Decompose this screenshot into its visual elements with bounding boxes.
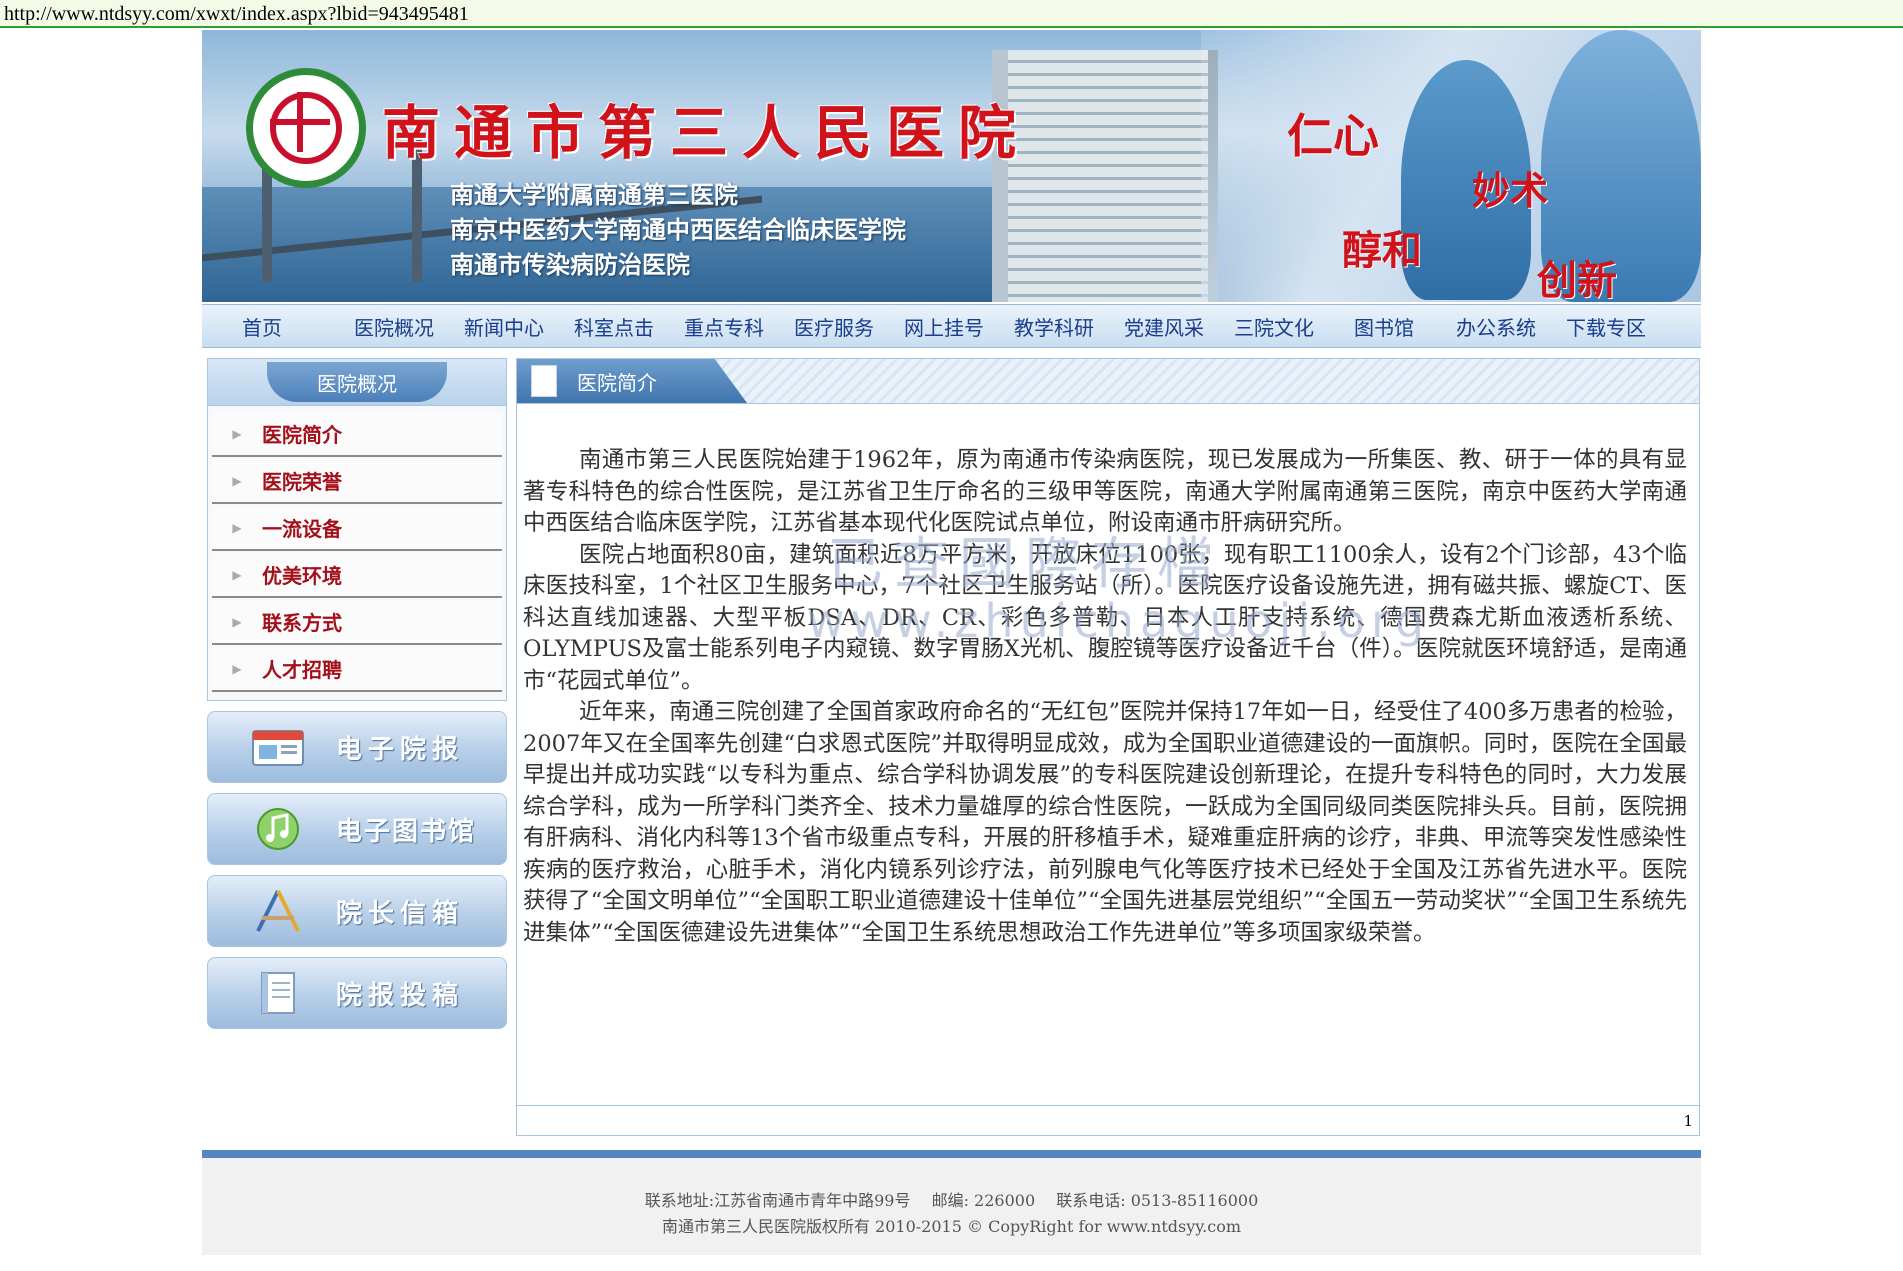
arrow-right-icon: ▶: [232, 520, 242, 535]
nav-item-news[interactable]: 新闻中心: [464, 312, 544, 341]
sidebar-item-label: 人才招聘: [262, 658, 342, 682]
arrow-right-icon: ▶: [232, 567, 242, 582]
sidebar-item-label: 医院荣誉: [262, 470, 342, 494]
button-label: 院长信箱: [336, 898, 465, 929]
sidebar-item-label: 优美环境: [262, 564, 342, 588]
sidebar-item-contact[interactable]: ▶ 联系方式: [212, 600, 502, 645]
content-area: 医院概况 ▶ 医院简介 ▶ 医院荣誉 ▶ 一流设备 ▶ 优美环境 ▶ 联系方式 …: [202, 348, 1701, 1148]
arrow-right-icon: ▶: [232, 426, 242, 441]
sidebar-header: 医院概况: [208, 359, 506, 406]
document-icon: [531, 365, 557, 397]
sidebar-menu-box: 医院概况 ▶ 医院简介 ▶ 医院荣誉 ▶ 一流设备 ▶ 优美环境 ▶ 联系方式 …: [207, 358, 507, 701]
document-icon: [250, 970, 306, 1016]
main-nav: 首页 医院概况 新闻中心 科室点击 重点专科 医疗服务 网上挂号 教学科研 党建…: [202, 304, 1701, 348]
pagination: 1: [517, 1105, 1699, 1135]
arrow-right-icon: ▶: [232, 661, 242, 676]
page-container: 南通市第三人民医院 南通大学附属南通第三医院 南京中医药大学南通中西医结合临床医…: [202, 30, 1701, 1148]
submit-article-button[interactable]: 院报投稿: [207, 957, 507, 1029]
sidebar-item-label: 一流设备: [262, 517, 342, 541]
main-panel-header: 医院简介: [517, 359, 1699, 404]
motto-word: 妙术: [1472, 168, 1549, 213]
motto-word: 醇和: [1342, 227, 1422, 274]
music-note-icon: [250, 806, 306, 852]
nav-item-departments[interactable]: 科室点击: [574, 312, 654, 341]
sidebar-item-label: 联系方式: [262, 611, 342, 635]
button-label: 电子图书馆: [336, 816, 477, 847]
article-body: 南通市第三人民医院始建于1962年，原为南通市传染病医院，现已发展成为一所集医、…: [523, 445, 1687, 949]
sidebar-title: 医院概况: [267, 362, 447, 402]
site-footer: 联系地址:江苏省南通市青年中路99号 邮编: 226000 联系电话: 0513…: [202, 1150, 1701, 1255]
nav-item-library[interactable]: 图书馆: [1354, 312, 1414, 341]
article-paragraph: 南通市第三人民医院始建于1962年，原为南通市传染病医院，现已发展成为一所集医、…: [523, 447, 1687, 536]
sidebar-item-honors[interactable]: ▶ 医院荣誉: [212, 459, 502, 504]
e-library-button[interactable]: 电子图书馆: [207, 793, 507, 865]
medical-cross-icon: [270, 92, 342, 164]
nav-item-downloads[interactable]: 下载专区: [1566, 312, 1646, 341]
footer-copyright: 南通市第三人民医院版权所有 2010-2015 © CopyRight for …: [661, 1217, 1242, 1236]
sidebar-item-introduction[interactable]: ▶ 医院简介: [212, 412, 502, 457]
main-panel: 医院简介 南通市第三人民医院始建于1962年，原为南通市传染病医院，现已发展成为…: [516, 358, 1700, 1136]
nav-item-key-specialties[interactable]: 重点专科: [684, 312, 764, 341]
nav-item-party-building[interactable]: 党建风采: [1124, 312, 1204, 341]
sidebar-item-environment[interactable]: ▶ 优美环境: [212, 553, 502, 598]
button-label: 电子院报: [336, 734, 465, 765]
newspaper-icon: [250, 724, 306, 770]
address-bar[interactable]: http://www.ntdsyy.com/xwxt/index.aspx?lb…: [0, 0, 1903, 28]
nav-item-medical-services[interactable]: 医疗服务: [794, 312, 874, 341]
sidebar-list: ▶ 医院简介 ▶ 医院荣誉 ▶ 一流设备 ▶ 优美环境 ▶ 联系方式 ▶ 人才招…: [208, 406, 506, 700]
sidebar-item-recruitment[interactable]: ▶ 人才招聘: [212, 647, 502, 692]
sidebar-item-label: 医院简介: [262, 423, 342, 447]
button-label: 院报投稿: [336, 980, 465, 1011]
nav-item-home[interactable]: 首页: [242, 312, 282, 341]
arrow-right-icon: ▶: [232, 473, 242, 488]
sidebar: 医院概况 ▶ 医院简介 ▶ 医院荣誉 ▶ 一流设备 ▶ 优美环境 ▶ 联系方式 …: [207, 358, 507, 1029]
footer-contact: 联系地址:江苏省南通市青年中路99号 邮编: 226000 联系电话: 0513…: [644, 1191, 1259, 1210]
banner-subtitle: 南通大学附属南通第三医院: [450, 181, 738, 209]
e-newspaper-button[interactable]: 电子院报: [207, 711, 507, 783]
main-panel-title: 医院简介: [577, 370, 657, 395]
banner-subtitle: 南通市传染病防治医院: [450, 251, 690, 279]
page-number[interactable]: 1: [1683, 1112, 1693, 1130]
hospital-logo[interactable]: [246, 68, 366, 188]
main-panel-tab: 医院简介: [517, 359, 747, 403]
article-paragraph: 医院占地面积80亩，建筑面积近8万平方米，开放床位1100张，现有职工1100余…: [523, 541, 1687, 694]
drafting-tools-icon: [250, 888, 306, 934]
sidebar-item-equipment[interactable]: ▶ 一流设备: [212, 506, 502, 551]
nav-item-online-registration[interactable]: 网上挂号: [904, 312, 984, 341]
nav-item-office-system[interactable]: 办公系统: [1456, 312, 1536, 341]
motto-word: 仁心: [1287, 109, 1379, 163]
hospital-name: 南通市第三人民医院: [382, 99, 1031, 167]
president-mailbox-button[interactable]: 院长信箱: [207, 875, 507, 947]
arrow-right-icon: ▶: [232, 614, 242, 629]
article-paragraph: 近年来，南通三院创建了全国首家政府命名的“无红包”医院并保持17年如一日，经受住…: [523, 699, 1687, 946]
nav-item-teaching-research[interactable]: 教学科研: [1014, 312, 1094, 341]
banner-photo-panel: [1201, 30, 1701, 302]
banner-subtitle: 南京中医药大学南通中西医结合临床医学院: [450, 216, 906, 244]
nav-item-culture[interactable]: 三院文化: [1234, 312, 1314, 341]
motto-word: 创新: [1537, 257, 1617, 302]
banner-subtitles: 南通大学附属南通第三医院 南京中医药大学南通中西医结合临床医学院 南通市传染病防…: [450, 178, 906, 283]
header-banner: 南通市第三人民医院 南通大学附属南通第三医院 南京中医药大学南通中西医结合临床医…: [202, 30, 1701, 302]
address-url[interactable]: http://www.ntdsyy.com/xwxt/index.aspx?lb…: [4, 3, 469, 25]
nav-item-overview[interactable]: 医院概况: [354, 312, 434, 341]
